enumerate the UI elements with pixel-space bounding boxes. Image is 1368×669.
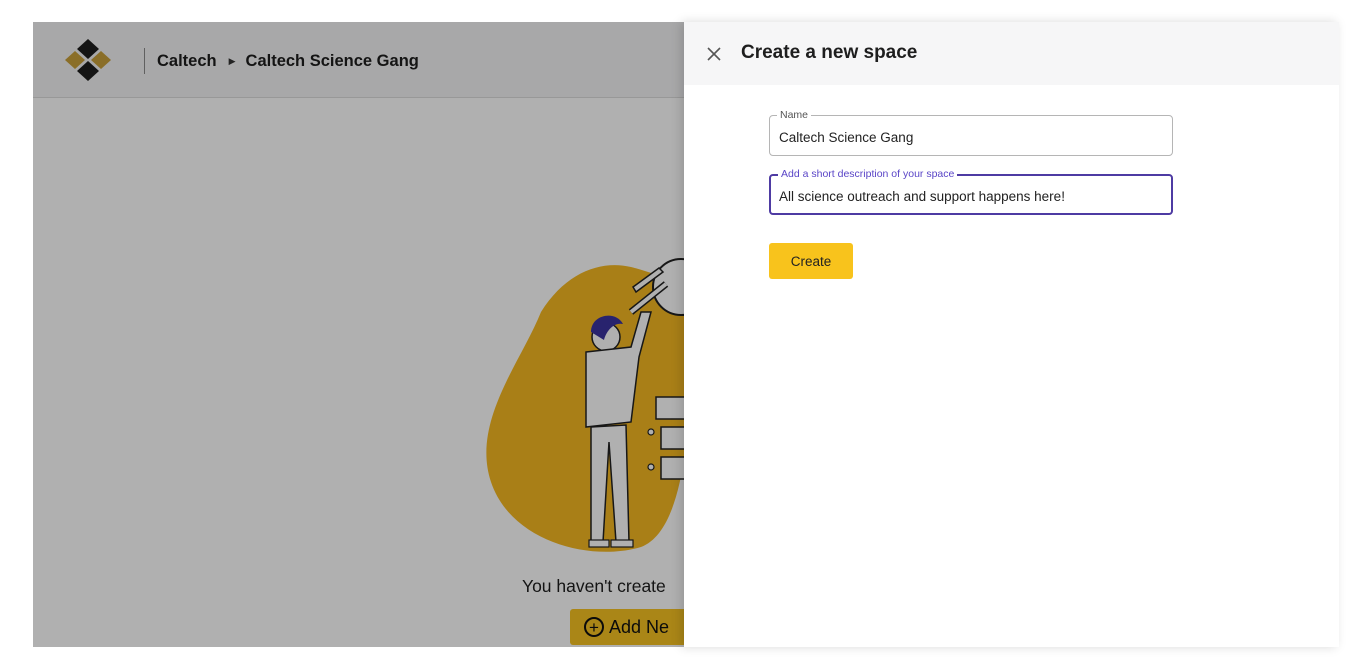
name-field: Name bbox=[769, 109, 1173, 156]
close-icon bbox=[707, 47, 721, 61]
create-button[interactable]: Create bbox=[769, 243, 853, 279]
description-label: Add a short description of your space bbox=[778, 168, 958, 180]
description-input[interactable] bbox=[779, 189, 1159, 204]
name-label: Name bbox=[777, 109, 812, 121]
create-space-drawer: Create a new space Name Add a short desc… bbox=[684, 22, 1339, 647]
description-field: Add a short description of your space bbox=[769, 168, 1173, 215]
drawer-title: Create a new space bbox=[741, 42, 918, 63]
drawer-header: Create a new space bbox=[684, 22, 1339, 85]
close-button[interactable] bbox=[702, 42, 726, 66]
name-input[interactable] bbox=[779, 130, 1159, 145]
